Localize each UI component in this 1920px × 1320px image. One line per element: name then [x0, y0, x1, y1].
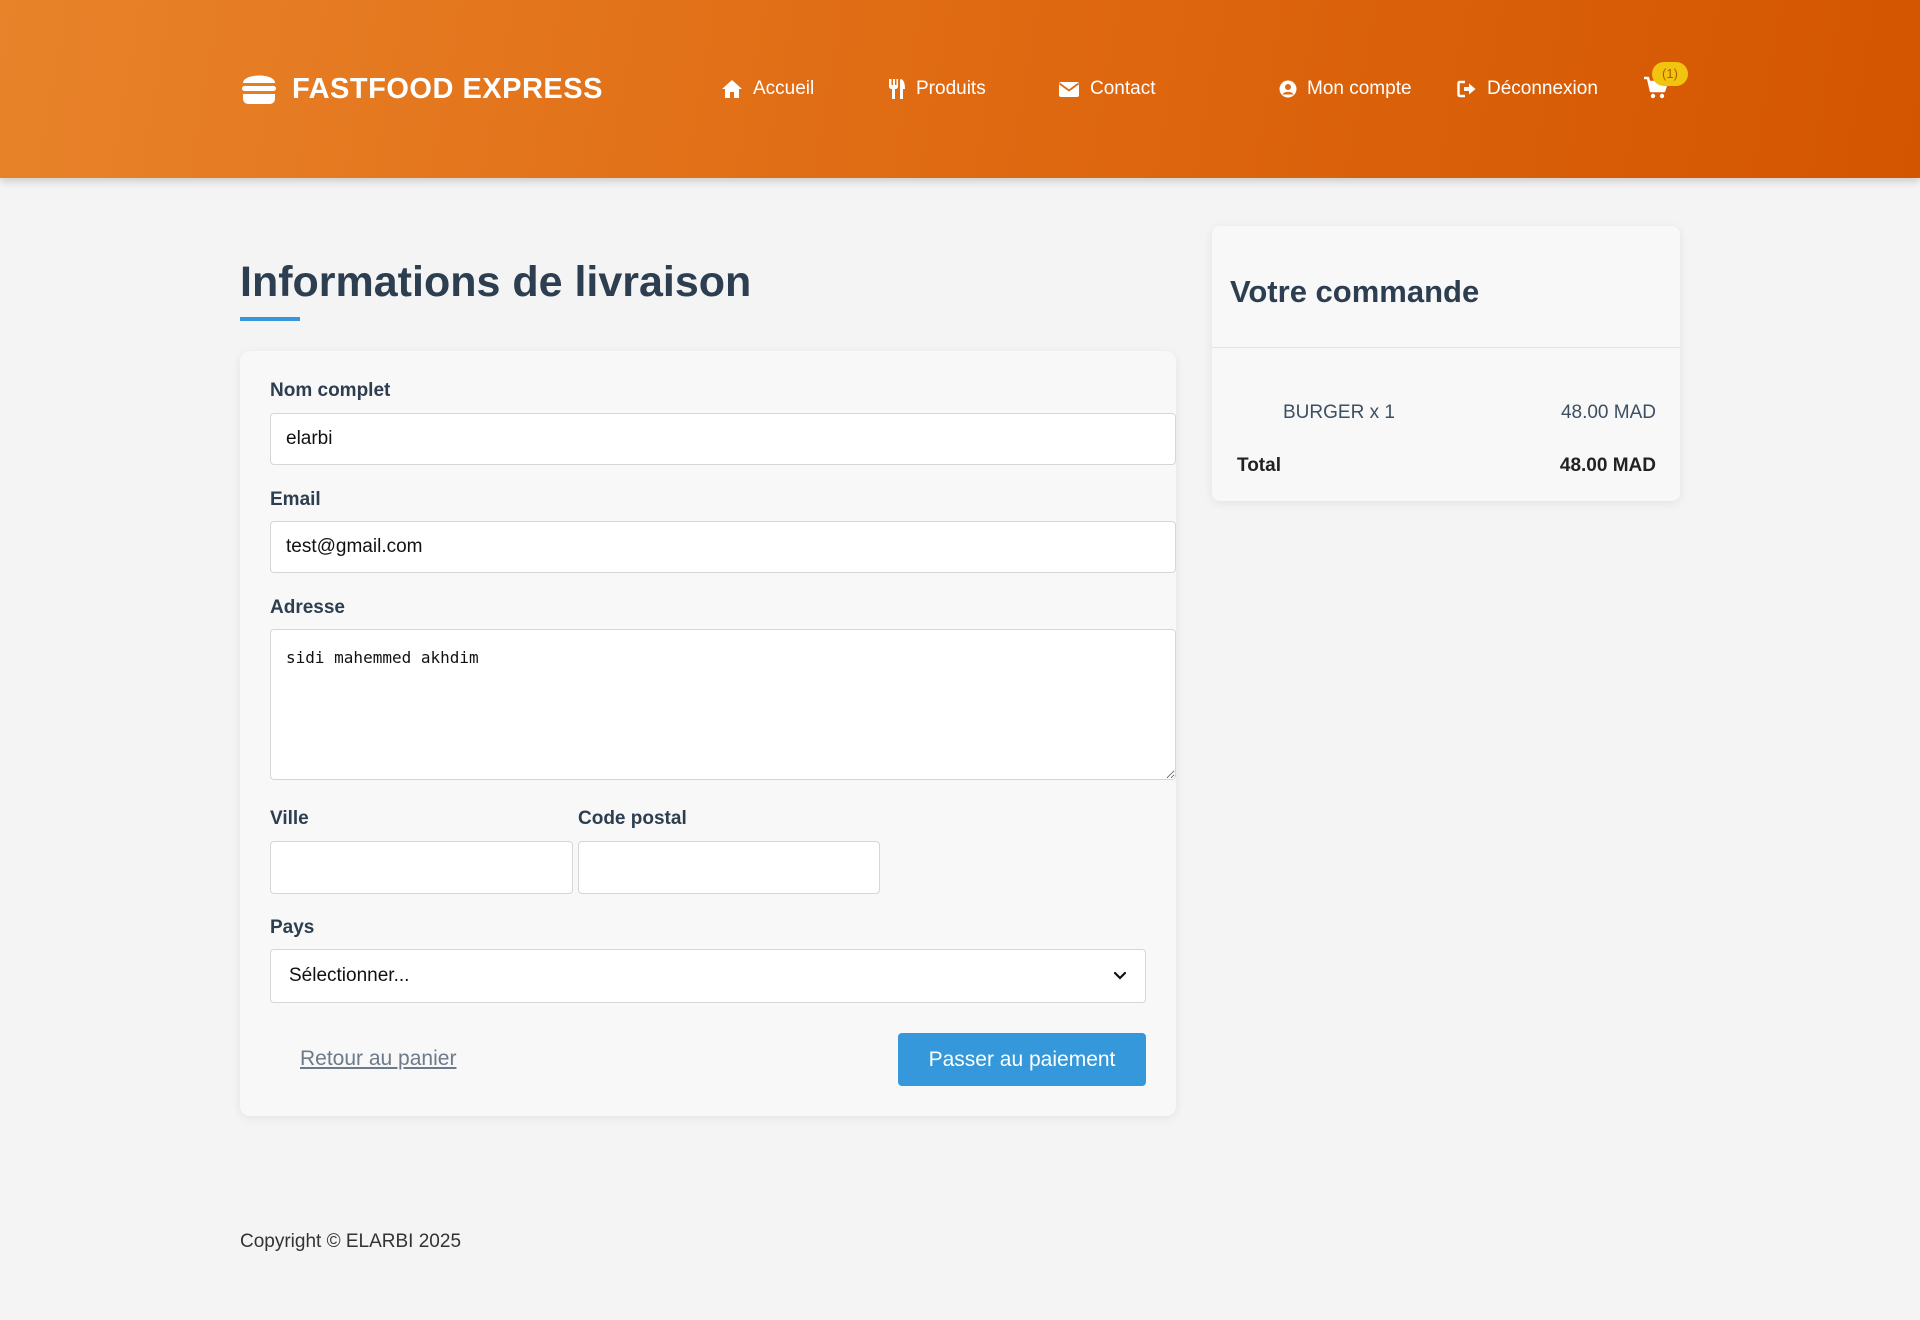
- country-select-value: Sélectionner...: [289, 965, 410, 986]
- address-label: Adresse: [270, 597, 345, 618]
- envelope-icon: [1058, 81, 1080, 98]
- nav-deconnexion[interactable]: Déconnexion: [1457, 74, 1598, 104]
- title-underline: [240, 317, 300, 321]
- order-total-value: 48.00 MAD: [1559, 455, 1656, 476]
- footer-copyright: Copyright © ELARBI 2025: [240, 1231, 462, 1252]
- order-summary-card: Votre commande BURGER x 1 48.00 MAD Tota…: [1212, 226, 1680, 501]
- sign-out-icon: [1457, 80, 1477, 98]
- email-field[interactable]: [270, 521, 1176, 573]
- home-icon: [721, 79, 743, 99]
- order-item-name: BURGER x 1: [1283, 402, 1395, 423]
- address-textarea[interactable]: sidi mahemmed akhdim: [270, 629, 1176, 780]
- order-summary-title: Votre commande: [1230, 274, 1480, 309]
- top-navbar: FASTFOOD EXPRESS Accueil Produits Contac…: [0, 0, 1920, 178]
- nav-produits-label: Produits: [916, 78, 986, 99]
- utensils-icon: [888, 78, 906, 100]
- nav-accueil-label: Accueil: [753, 78, 815, 99]
- chevron-down-icon: [1113, 965, 1127, 987]
- nav-mon-compte[interactable]: Mon compte: [1279, 74, 1412, 104]
- summary-divider: [1212, 347, 1680, 348]
- postal-code-label: Code postal: [578, 808, 687, 829]
- nav-contact-label: Contact: [1090, 78, 1156, 99]
- nav-contact[interactable]: Contact: [1058, 74, 1155, 104]
- nav-mon-compte-label: Mon compte: [1307, 78, 1412, 99]
- order-total-label: Total: [1237, 455, 1281, 476]
- cart-count-badge: (1): [1652, 62, 1688, 86]
- email-label: Email: [270, 489, 321, 510]
- proceed-to-payment-button[interactable]: Passer au paiement: [898, 1033, 1146, 1086]
- city-field[interactable]: [270, 841, 573, 894]
- user-circle-icon: [1279, 80, 1297, 98]
- name-label: Nom complet: [270, 380, 391, 401]
- page-title: Informations de livraison: [240, 258, 752, 306]
- nav-produits[interactable]: Produits: [888, 74, 986, 104]
- nav-deconnexion-label: Déconnexion: [1487, 78, 1598, 99]
- back-to-cart-link[interactable]: Retour au panier: [300, 1047, 456, 1071]
- nav-accueil[interactable]: Accueil: [721, 74, 814, 104]
- postal-code-field[interactable]: [578, 841, 880, 894]
- burger-icon: [240, 69, 278, 110]
- brand-name: FASTFOOD EXPRESS: [292, 72, 603, 105]
- city-label: Ville: [270, 808, 309, 829]
- name-field[interactable]: [270, 413, 1176, 465]
- country-select[interactable]: Sélectionner...: [270, 949, 1146, 1003]
- country-label: Pays: [270, 917, 315, 938]
- brand-logo[interactable]: FASTFOOD EXPRESS: [240, 70, 603, 108]
- order-item-price: 48.00 MAD: [1560, 402, 1656, 423]
